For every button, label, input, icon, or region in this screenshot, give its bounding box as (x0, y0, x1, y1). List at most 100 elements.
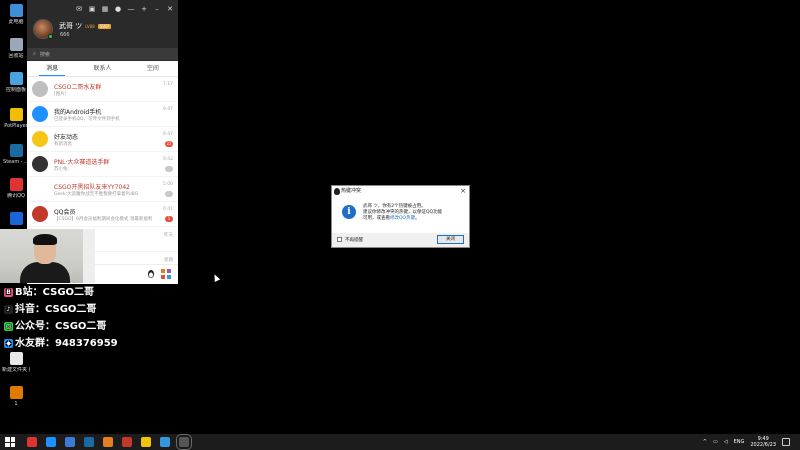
desktop-icon[interactable]: Steam - ... (2, 144, 30, 165)
desktop-icon[interactable] (2, 212, 30, 227)
taskbar-app-icon[interactable] (27, 437, 37, 447)
desktop-icon-label: 回收站 (8, 53, 24, 59)
desktop-app-icon (9, 72, 23, 85)
tools-icon[interactable]: ▣ (88, 5, 96, 13)
list-item[interactable]: QQ会员 【CSGO】9月会员福利期间会化模式 领最新福利 0:41 1 (27, 202, 178, 227)
conversation-preview: 有新消息 (54, 142, 72, 147)
conversation-avatar (32, 156, 48, 172)
conversation-time: 9:42 (162, 157, 173, 162)
app-grid-icon[interactable] (160, 268, 172, 280)
social-text: B站：CSGO二哥 (15, 287, 95, 298)
taskbar-apps (27, 434, 192, 450)
list-item[interactable]: CSGO开黑招队友来YY7042 Geek:大恶魔你战无不胜我要打拿着PUBG 5:… (27, 177, 178, 202)
desktop-icon-label: 控制面板 (5, 87, 26, 93)
desktop-app-icon (9, 108, 23, 121)
user-name[interactable]: 武哥 ツ LV88 SVIP (59, 21, 111, 31)
user-name-text: 武哥 ツ (59, 22, 83, 30)
social-line: B B站：CSGO二哥 (4, 284, 118, 301)
close-icon[interactable]: × (460, 186, 466, 197)
tab-2[interactable]: 空间 (128, 61, 178, 76)
grid-icon[interactable]: ▦ (101, 5, 109, 13)
user-signature[interactable]: 666 (60, 32, 70, 38)
taskbar-app-icon[interactable] (84, 437, 94, 447)
webcam-person-hair (33, 234, 57, 245)
volume-icon[interactable]: ◁ (724, 439, 728, 445)
windows-start-icon[interactable] (5, 437, 15, 447)
close-button[interactable]: 关闭 (437, 235, 464, 244)
network-icon[interactable]: ▭ (713, 439, 718, 445)
no-remind-label[interactable]: 不再提醒 (345, 237, 363, 243)
info-icon: i (342, 205, 356, 219)
desktop-icon-label: PotPlayer (4, 123, 28, 129)
social-text: 水友群：948376959 (15, 338, 118, 349)
conversation-preview: [图片] (54, 92, 67, 97)
social-text: 公众号：CSGO二哥 (15, 321, 107, 332)
chevron-up-icon[interactable]: ^ (703, 439, 707, 445)
tab-1[interactable]: 联系人 (77, 61, 127, 76)
notification-icon[interactable] (782, 438, 790, 446)
close-icon[interactable]: ✕ (166, 5, 174, 13)
desktop-icon[interactable]: 新建文件夹 (2) (2, 352, 30, 373)
desktop-icon[interactable]: 控制面板 (2, 72, 30, 93)
hotkey-conflict-dialog: 热键冲突 × i 武哥 ツ，你有2个热键被占用。 建议你修改冲突的热键，以保证Q… (331, 185, 470, 248)
desktop-icon[interactable]: 回收站 (2, 38, 30, 59)
desktop-app-icon (9, 352, 23, 365)
minus-icon[interactable]: — (127, 5, 135, 13)
qq-tabs: 消息 联系人 空间 (27, 61, 178, 77)
list-item[interactable]: 我的Android手机 已登录手机QQ，可传文件到手机 9:47 (27, 102, 178, 127)
conversation-time: 0:41 (162, 207, 173, 212)
social-line: ♪ 抖音：CSGO二哥 (4, 301, 118, 318)
list-item[interactable]: 好友动态 有新消息 9:47 22 (27, 127, 178, 152)
list-item[interactable]: CSGO二哥水友群 [图片] 7:17 (27, 77, 178, 102)
conversation-avatar (32, 131, 48, 147)
clock[interactable]: 9:49 2022/6/23 (750, 436, 776, 448)
dialog-footer: 不再提醒 关闭 (332, 232, 469, 247)
desktop-icon[interactable]: 腾讯QQ (2, 178, 30, 199)
dialog-title: 热键冲突 (341, 188, 362, 194)
modify-hotkey-link[interactable]: 修改QQ热键 (390, 216, 415, 221)
qq-penguin-icon[interactable]: ● (114, 5, 122, 13)
dialog-message-line3-text: 可用，或查看 (363, 216, 390, 221)
desktop-icon-label: 1 (14, 401, 18, 407)
taskbar-app-icon[interactable] (46, 437, 56, 447)
social-platform-icon: ◎ (4, 322, 13, 331)
minimize-icon[interactable]: – (153, 5, 161, 13)
desktop-icon-label: 新建文件夹 (2) (2, 367, 30, 373)
unread-count-badge (165, 166, 173, 172)
mail-icon[interactable]: ✉ (75, 5, 83, 13)
taskbar-app-icon[interactable] (65, 437, 75, 447)
taskbar-app-icon[interactable] (160, 437, 170, 447)
social-platform-icon: B (4, 288, 13, 297)
desktop-icon[interactable]: 1 (2, 386, 30, 407)
dialog-message-end: 。 (415, 216, 420, 221)
input-language[interactable]: ENG (734, 439, 745, 445)
list-item[interactable]: PNL·大众赛道选手群 苏小兔: 9:42 (27, 152, 178, 177)
no-remind-checkbox[interactable] (337, 237, 342, 242)
desktop-icon[interactable]: PotPlayer (2, 108, 30, 129)
unread-count-badge: 22 (165, 141, 173, 147)
conversation-preview: Geek:大恶魔你战无不胜我要打拿着PUBG (54, 192, 139, 197)
conversation-title: 我的Android手机 (54, 109, 102, 116)
conversation-avatar (32, 181, 48, 197)
plus-icon[interactable]: + (140, 5, 148, 13)
conversation-avatar (32, 106, 48, 122)
desktop-icon-label: 此电脑 (8, 19, 24, 25)
conversation-preview: 【CSGO】9月会员福利期间会化模式 领最新福利 (54, 217, 153, 222)
conversation-time: 5:00 (162, 182, 173, 187)
webcam-overlay (0, 229, 95, 283)
desktop-app-icon (9, 386, 23, 399)
desktop-icon[interactable]: 此电脑 (2, 4, 30, 25)
taskbar-app-icon[interactable] (122, 437, 132, 447)
tab-0[interactable]: 消息 (27, 61, 77, 76)
conversation-time: 7:17 (162, 82, 173, 87)
taskbar-app-icon[interactable] (103, 437, 113, 447)
taskbar-app-icon[interactable] (141, 437, 151, 447)
conversation-title: 好友动态 (54, 134, 79, 141)
desktop-app-icon (9, 4, 23, 17)
desktop-app-icon (9, 144, 23, 157)
taskbar-app-icon[interactable] (176, 434, 192, 450)
online-status-icon[interactable] (48, 34, 53, 39)
conversation-title: PNL·大众赛道选手群 (54, 159, 110, 166)
penguin-helper-icon[interactable] (146, 269, 156, 279)
search-input[interactable]: ⌕ 搜索 (27, 48, 178, 60)
